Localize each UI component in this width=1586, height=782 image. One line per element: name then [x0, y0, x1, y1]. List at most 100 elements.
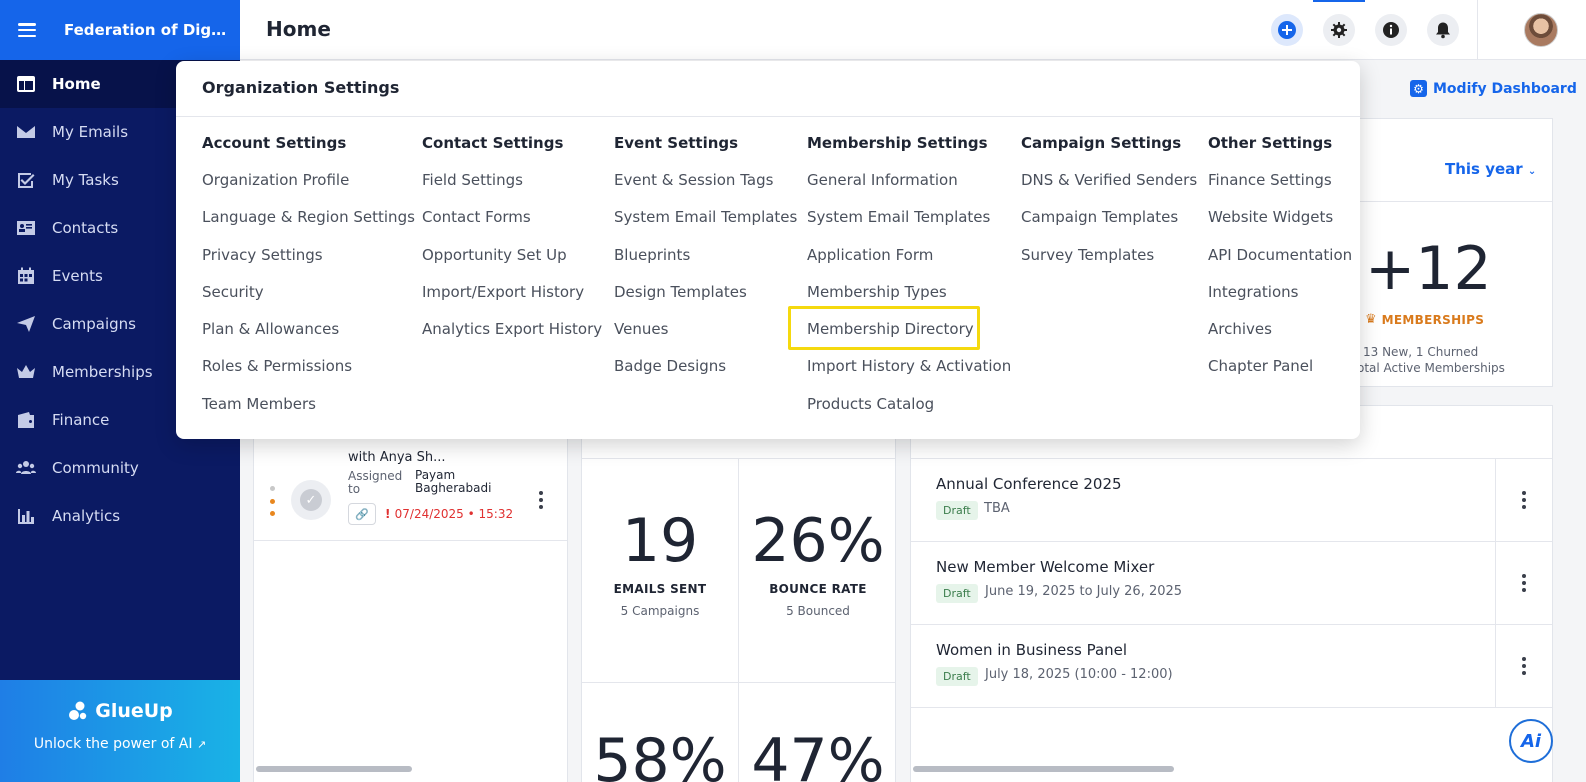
ai-assistant-label: Ai — [1520, 730, 1542, 752]
menu-item-finance-settings[interactable]: Finance Settings — [1208, 170, 1352, 207]
email-stats-card: 19 EMAILS SENT 5 Campaigns 26% BOUNCE RA… — [581, 405, 896, 782]
menu-item-team-members[interactable]: Team Members — [202, 394, 415, 431]
menu-item-venues[interactable]: Venues — [614, 319, 797, 356]
menu-item-application-form[interactable]: Application Form — [807, 245, 1011, 282]
menu-item-products-catalog[interactable]: Products Catalog — [807, 394, 1011, 431]
sidebar-item-label: Analytics — [52, 507, 121, 525]
ai-promo-banner[interactable]: GlueUp Unlock the power of AI ↗ — [0, 680, 240, 782]
menu-item-event-email-templates[interactable]: System Email Templates — [614, 207, 797, 244]
menu-item-plan-allowances[interactable]: Plan & Allowances — [202, 319, 415, 356]
home-icon — [15, 74, 37, 94]
divider — [176, 116, 1360, 117]
org-name: Federation of Digital... — [64, 21, 229, 39]
emails-sent-stat: 19 EMAILS SENT 5 Campaigns — [582, 506, 738, 618]
gear-icon — [1331, 22, 1347, 38]
tasks-icon — [15, 170, 37, 190]
period-label: This year — [1445, 160, 1523, 178]
ai-assistant-button[interactable]: Ai — [1509, 719, 1553, 763]
event-name[interactable]: Women in Business Panel — [936, 641, 1127, 659]
sidebar-item-label: Events — [52, 267, 103, 285]
task-assignee-last: Bagherabadi — [415, 481, 492, 495]
menu-item-archives[interactable]: Archives — [1208, 319, 1352, 356]
event-name[interactable]: New Member Welcome Mixer — [936, 558, 1154, 576]
period-selector[interactable]: This year ⌄ — [1445, 160, 1536, 178]
menu-item-chapter-panel[interactable]: Chapter Panel — [1208, 356, 1352, 393]
menu-item-membership-types[interactable]: Membership Types — [807, 282, 1011, 319]
bounce-rate-label: BOUNCE RATE — [769, 582, 867, 596]
calendar-icon — [15, 266, 37, 286]
menu-item-membership-directory[interactable]: Membership Directory — [807, 319, 1011, 356]
menu-item-api-documentation[interactable]: API Documentation — [1208, 245, 1352, 282]
menu-item-roles-permissions[interactable]: Roles & Permissions — [202, 356, 415, 393]
page-title: Home — [266, 17, 331, 41]
menu-item-language-region[interactable]: Language & Region Settings — [202, 207, 415, 244]
menu-item-survey-templates[interactable]: Survey Templates — [1021, 245, 1197, 282]
topbar-divider — [1477, 0, 1478, 60]
task-assignee: Payam Bagherabadi — [415, 469, 491, 495]
menu-item-integrations[interactable]: Integrations — [1208, 282, 1352, 319]
link-icon: 🔗 — [355, 507, 369, 521]
event-row[interactable]: Annual Conference 2025 Draft TBA — [911, 459, 1552, 542]
menu-item-badge-designs[interactable]: Badge Designs — [614, 356, 797, 393]
notifications-button[interactable] — [1427, 14, 1459, 46]
chevron-down-icon: ⌄ — [1527, 166, 1537, 177]
task-title[interactable]: with Anya Sh... — [348, 450, 446, 464]
event-menu-button[interactable] — [1495, 542, 1552, 624]
sidebar-item-label: Contacts — [52, 219, 119, 237]
menu-item-dns-verified-senders[interactable]: DNS & Verified Senders — [1021, 170, 1197, 207]
plus-circle-icon — [1278, 21, 1296, 39]
event-row[interactable]: New Member Welcome Mixer Draft June 19, … — [911, 542, 1552, 625]
sidebar-item-label: Community — [52, 459, 139, 477]
menu-item-event-session-tags[interactable]: Event & Session Tags — [614, 170, 797, 207]
task-link-button[interactable]: 🔗 — [348, 503, 376, 525]
event-menu-button[interactable] — [1495, 459, 1552, 541]
tasks-scrollbar[interactable] — [256, 766, 412, 772]
info-icon — [1383, 22, 1399, 38]
event-name[interactable]: Annual Conference 2025 — [936, 475, 1122, 493]
menu-item-security[interactable]: Security — [202, 282, 415, 319]
help-button[interactable] — [1375, 14, 1407, 46]
menu-item-field-settings[interactable]: Field Settings — [422, 170, 602, 207]
menu-item-contact-forms[interactable]: Contact Forms — [422, 207, 602, 244]
menu-item-website-widgets[interactable]: Website Widgets — [1208, 207, 1352, 244]
sidebar-item-label: Campaigns — [52, 315, 137, 333]
menu-item-privacy-settings[interactable]: Privacy Settings — [202, 245, 415, 282]
menu-item-design-templates[interactable]: Design Templates — [614, 282, 797, 319]
emails-sent-label: EMAILS SENT — [613, 582, 707, 596]
bar-chart-icon — [15, 506, 37, 526]
settings-menu-title: Organization Settings — [202, 78, 400, 97]
bell-icon — [1436, 22, 1450, 39]
menu-item-import-history-activation[interactable]: Import History & Activation — [807, 356, 1011, 393]
task-complete-toggle[interactable]: ✓ — [291, 480, 331, 520]
task-menu-button[interactable] — [512, 470, 569, 530]
menu-item-membership-email-templates[interactable]: System Email Templates — [807, 207, 1011, 244]
mail-icon — [15, 122, 37, 142]
membership-stat-card: +12 ♛ MEMBERSHIPS 13 New, 1 Churned otal… — [1340, 118, 1553, 387]
menu-item-import-export-history[interactable]: Import/Export History — [422, 282, 602, 319]
events-scrollbar[interactable] — [913, 766, 1174, 772]
menu-item-campaign-templates[interactable]: Campaign Templates — [1021, 207, 1197, 244]
hamburger-menu-icon[interactable] — [18, 23, 36, 37]
event-date: TBA — [984, 501, 1010, 516]
menu-item-blueprints[interactable]: Blueprints — [614, 245, 797, 282]
menu-item-organization-profile[interactable]: Organization Profile — [202, 170, 415, 207]
event-menu-button[interactable] — [1495, 625, 1552, 707]
sidebar-item-community[interactable]: Community — [0, 444, 240, 492]
menu-item-general-information[interactable]: General Information — [807, 170, 1011, 207]
settings-button[interactable] — [1323, 14, 1355, 46]
org-switcher[interactable]: Federation of Digital... — [0, 0, 240, 60]
contacts-icon — [15, 218, 37, 238]
settings-column-account: Account Settings Organization Profile La… — [202, 133, 415, 431]
user-avatar[interactable] — [1524, 13, 1558, 47]
event-row[interactable]: Women in Business Panel Draft July 18, 2… — [911, 625, 1552, 708]
settings-column-other: Other Settings Finance Settings Website … — [1208, 133, 1352, 394]
sidebar-item-analytics[interactable]: Analytics — [0, 492, 240, 540]
menu-item-opportunity-setup[interactable]: Opportunity Set Up — [422, 245, 602, 282]
ai-promo-link[interactable]: Unlock the power of AI ↗ — [0, 736, 240, 752]
task-due-date: ! 07/24/2025 • 15:32 — [385, 507, 514, 521]
menu-item-analytics-export-history[interactable]: Analytics Export History — [422, 319, 602, 356]
create-button[interactable] — [1271, 14, 1303, 46]
open-rate-value: 58% — [593, 726, 727, 782]
modify-dashboard-button[interactable]: ⚙ Modify Dashboard — [1410, 80, 1577, 97]
tasks-card: ✓ with Anya Sh... Assigned to Payam Bagh… — [253, 405, 568, 782]
